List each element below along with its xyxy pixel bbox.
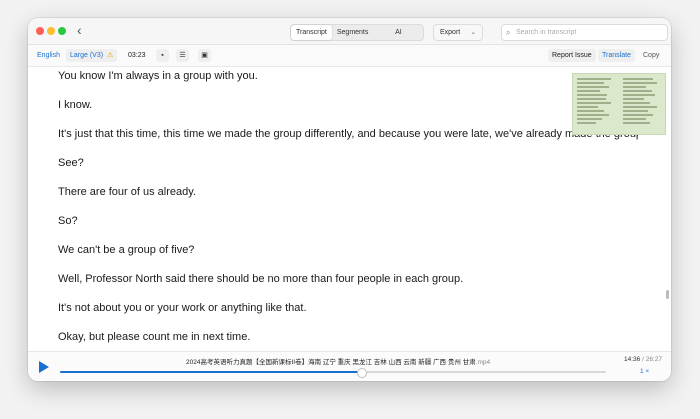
transcript-list: You know I'm always in a group with you.… xyxy=(58,66,638,351)
progress-fill xyxy=(60,371,362,373)
transcript-line[interactable]: You know I'm always in a group with you. xyxy=(58,70,258,82)
zoom-window-button[interactable] xyxy=(58,27,66,35)
transcript-line[interactable]: I know. xyxy=(58,99,92,111)
title-bar: ‹ Transcript Segments AI Export ⌄ ⌕ Sear… xyxy=(28,18,671,45)
transcript-line[interactable]: So? xyxy=(58,215,78,227)
total-time: / 26:27 xyxy=(642,356,662,363)
tab-transcript[interactable]: Transcript xyxy=(291,25,332,40)
progress-track[interactable] xyxy=(60,368,606,378)
transcript-line[interactable]: Well, Professor North said there should … xyxy=(58,273,463,285)
tab-ai[interactable]: AI xyxy=(373,25,423,40)
filename-text: 2024高考英语听力真题【全国新课标II卷】海南 辽宁 重庆 黑龙江 吉林 山西… xyxy=(186,359,476,366)
tab-segments[interactable]: Segments xyxy=(332,25,374,40)
model-label: Large (V3) xyxy=(70,52,104,59)
transcript-line[interactable]: It's not about you or your work or anyth… xyxy=(58,302,307,314)
video-thumbnail[interactable] xyxy=(572,73,666,135)
model-selector[interactable]: Large (V3) ⚠ xyxy=(66,49,118,62)
progress-knob[interactable] xyxy=(357,368,368,378)
minimize-window-button[interactable] xyxy=(47,27,55,35)
play-icon[interactable] xyxy=(39,361,49,373)
export-button[interactable]: Export ⌄ xyxy=(433,24,484,41)
transcript-line[interactable]: It's just that this time, this time we m… xyxy=(58,128,638,140)
time-display: 14:36 / 26:27 xyxy=(624,356,662,363)
transcript-line[interactable]: Okay, but please count me in next time. xyxy=(58,331,250,343)
filename-extension: .mp4 xyxy=(475,359,491,366)
search-input[interactable]: ⌕ Search in transcript xyxy=(501,24,668,41)
back-chevron-icon[interactable]: ‹ xyxy=(77,22,82,38)
search-placeholder: Search in transcript xyxy=(516,29,577,36)
warning-icon: ⚠ xyxy=(107,52,114,59)
view-segmented-control: Transcript Segments AI xyxy=(290,24,425,41)
picture-in-picture-icon[interactable]: ▣ xyxy=(198,49,211,62)
copy-button[interactable]: Copy xyxy=(639,49,663,62)
export-label: Export xyxy=(440,29,461,36)
translate-button[interactable]: Translate xyxy=(598,49,635,62)
duration-label: 03:23 xyxy=(128,52,146,59)
media-filename: 2024高考英语听力真题【全国新课标II卷】海南 辽宁 重庆 黑龙江 吉林 山西… xyxy=(186,356,490,366)
report-issue-button[interactable]: Report Issue xyxy=(548,49,596,62)
current-time: 14:36 xyxy=(624,356,641,363)
list-icon[interactable]: ☰ xyxy=(176,49,189,62)
transcript-toolbar: English Large (V3) ⚠ 03:23 ▪ ☰ ▣ Report … xyxy=(28,45,671,67)
playback-speed-button[interactable]: 1 × xyxy=(640,368,649,375)
close-window-button[interactable] xyxy=(36,27,44,35)
transcript-line[interactable]: We can't be a group of five? xyxy=(58,244,194,256)
chevron-down-icon: ⌄ xyxy=(470,29,477,36)
app-window: ‹ Transcript Segments AI Export ⌄ ⌕ Sear… xyxy=(28,18,671,381)
lock-icon[interactable]: ▪ xyxy=(156,49,169,62)
language-selector[interactable]: English xyxy=(33,49,64,62)
transcript-line[interactable]: See? xyxy=(58,157,84,169)
search-icon: ⌕ xyxy=(506,28,511,37)
scrollbar-thumb[interactable] xyxy=(666,290,669,299)
transcript-line[interactable]: There are four of us already. xyxy=(58,186,196,198)
media-player: 2024高考英语听力真题【全国新课标II卷】海南 辽宁 重庆 黑龙江 吉林 山西… xyxy=(28,351,671,381)
